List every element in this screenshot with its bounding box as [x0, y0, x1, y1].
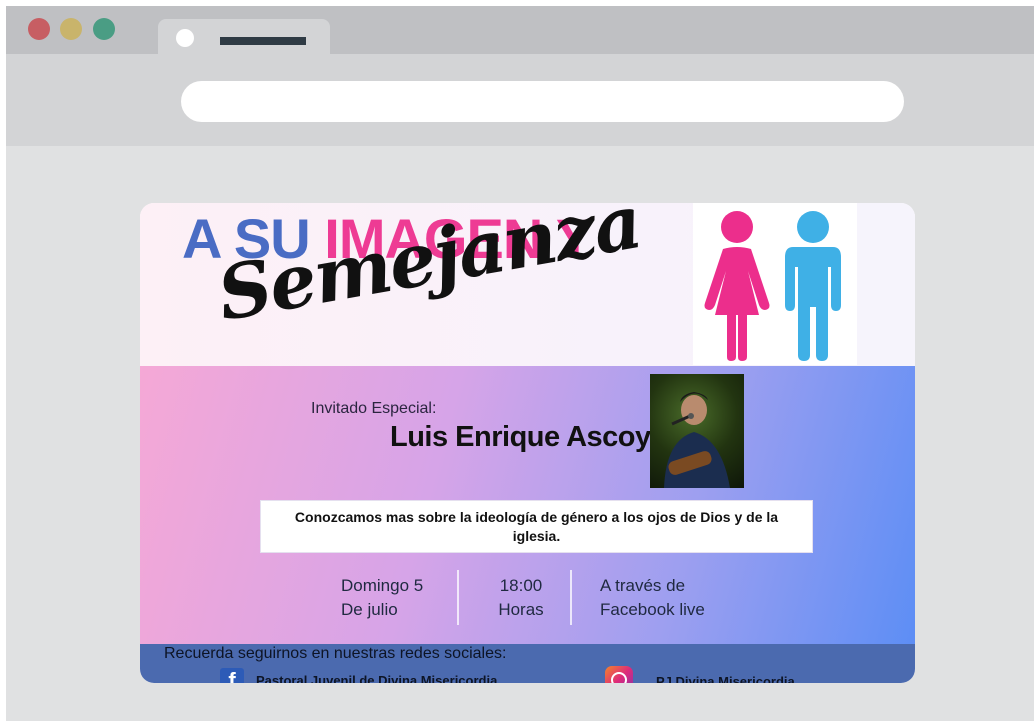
event-channel: A través de Facebook live: [600, 574, 705, 622]
browser-window: A SU IMAGEN Y Semejanza Invitado Especia…: [6, 6, 1034, 721]
event-date-line-1: Domingo 5: [341, 576, 424, 595]
facebook-icon: f: [220, 668, 244, 683]
woman-icon: [704, 211, 770, 361]
follow-text: Recuerda seguirnos en nuestras redes soc…: [164, 645, 507, 662]
event-date-line-2: De julio: [341, 600, 398, 619]
minimize-window-button[interactable]: [60, 18, 82, 40]
instagram-account: PJ Divina Misericordia: [656, 674, 795, 683]
gender-figures: [693, 203, 857, 365]
event-time-line-2: Horas: [498, 600, 544, 619]
poster-footer: Recuerda seguirnos en nuestras redes soc…: [140, 644, 915, 683]
close-window-button[interactable]: [28, 18, 50, 40]
invited-label: Invitado Especial:: [311, 400, 437, 417]
event-channel-line-1: A través de: [600, 576, 686, 595]
address-bar[interactable]: [181, 81, 904, 122]
description-box: Conozcamos mas sobre la ideología de gén…: [261, 501, 812, 552]
info-divider: [457, 570, 459, 625]
browser-tab[interactable]: [158, 19, 330, 54]
info-divider: [570, 570, 572, 625]
instagram-icon: [605, 666, 633, 683]
facebook-account: Pastoral Juvenil de Divina Misericordia: [256, 673, 498, 683]
guest-photo: [650, 374, 744, 488]
browser-toolbar: [6, 54, 1034, 146]
instagram-lens-icon: [611, 672, 627, 683]
page-content: A SU IMAGEN Y Semejanza Invitado Especia…: [6, 146, 1034, 721]
poster-body: Invitado Especial: Luis Enrique Ascoy Co…: [140, 366, 915, 644]
tab-title-placeholder: [220, 37, 306, 45]
event-time-line-1: 18:00: [499, 576, 543, 595]
tab-favicon-icon: [176, 29, 194, 47]
man-icon: [785, 211, 841, 361]
event-time: 18:00 Horas: [494, 574, 548, 622]
event-poster: A SU IMAGEN Y Semejanza Invitado Especia…: [140, 203, 915, 683]
poster-header: A SU IMAGEN Y Semejanza: [140, 203, 915, 366]
maximize-window-button[interactable]: [93, 18, 115, 40]
event-channel-line-2: Facebook live: [600, 600, 705, 619]
guest-photo-figure: [664, 392, 730, 488]
description-text: Conozcamos mas sobre la ideología de gén…: [294, 509, 779, 544]
tab-bar: [6, 6, 1034, 54]
guest-name: Luis Enrique Ascoy: [390, 421, 651, 453]
event-date: Domingo 5 De julio: [341, 574, 423, 622]
